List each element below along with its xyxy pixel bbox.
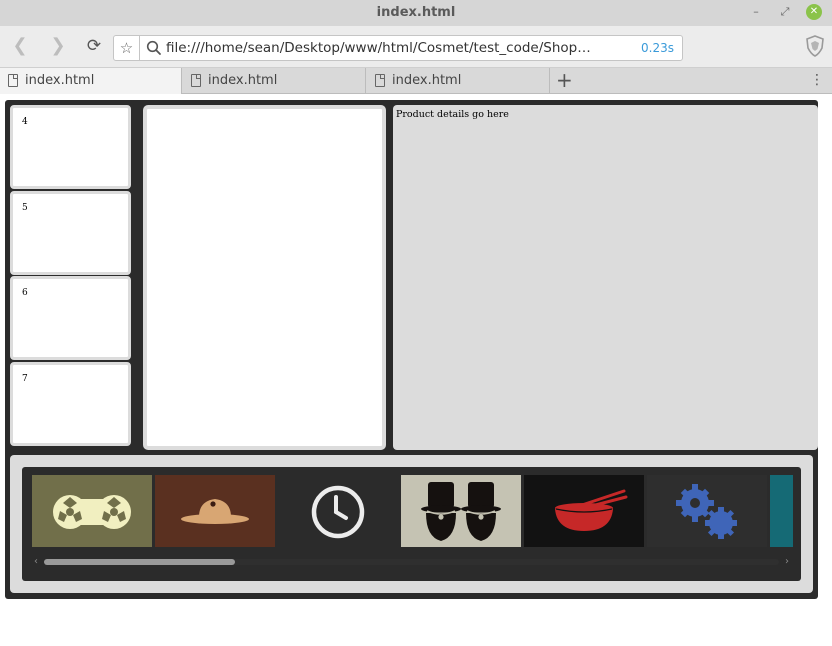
carousel-track <box>32 475 793 547</box>
navigation-toolbar: ❮ ❯ ⟳ ☆ file:///home/sean/Desktop/www/ht… <box>0 26 832 68</box>
carousel-item-hat[interactable] <box>155 475 275 547</box>
load-time-badge: 0.23s <box>641 41 674 55</box>
scroll-left-arrow-icon[interactable]: ‹ <box>30 555 42 569</box>
tab-label: index.html <box>208 73 278 88</box>
product-carousel-panel: ‹ › <box>10 455 813 593</box>
window-title: index.html <box>376 5 456 20</box>
bookmark-star-icon[interactable]: ☆ <box>114 36 140 60</box>
carousel-item-gears[interactable] <box>647 475 767 547</box>
thumbnail-label: 5 <box>22 203 28 213</box>
reel-tape-icon <box>32 475 152 547</box>
tab-label: index.html <box>392 73 462 88</box>
scroll-thumb[interactable] <box>44 559 235 565</box>
tab-3[interactable]: index.html <box>367 68 550 94</box>
carousel-item-reel-tape[interactable] <box>32 475 152 547</box>
product-details-panel: Product details go here <box>393 105 818 450</box>
thumbnail-4[interactable]: 4 <box>10 105 131 189</box>
noodle-bowl-icon <box>524 475 644 547</box>
gears-icon <box>647 475 767 547</box>
tab-label: index.html <box>25 73 95 88</box>
maximize-button[interactable]: ⤢ <box>777 4 793 20</box>
thumbnail-list: 4 5 6 7 <box>10 105 131 450</box>
hat-icon <box>155 475 275 547</box>
shop-frame: 4 5 6 7 Product details go here ‹ › <box>5 100 818 599</box>
forward-button[interactable]: ❯ <box>48 36 68 56</box>
product-details-text: Product details go here <box>396 109 509 120</box>
close-button[interactable]: ✕ <box>806 4 822 20</box>
carousel-item-clock[interactable] <box>278 475 398 547</box>
reload-button[interactable]: ⟳ <box>84 36 104 56</box>
product-image-panel <box>143 105 386 450</box>
clock-icon <box>278 475 398 547</box>
address-bar[interactable]: ☆ file:///home/sean/Desktop/www/html/Cos… <box>113 35 683 61</box>
tab-2[interactable]: index.html <box>183 68 366 94</box>
carousel-item-teal[interactable] <box>770 475 793 547</box>
carousel-item-noodle-bowl[interactable] <box>524 475 644 547</box>
url-text[interactable]: file:///home/sean/Desktop/www/html/Cosme… <box>166 40 594 56</box>
tab-menu-kebab-icon[interactable]: ⋮ <box>810 71 824 89</box>
window-titlebar: index.html – ⤢ ✕ <box>0 0 832 26</box>
top-hats-icon <box>401 475 521 547</box>
scroll-right-arrow-icon[interactable]: › <box>781 555 793 569</box>
teal-tile-icon <box>770 475 793 547</box>
back-button[interactable]: ❮ <box>10 36 30 56</box>
product-view: 4 5 6 7 Product details go here <box>10 105 818 450</box>
search-icon <box>146 40 161 55</box>
tab-bar: index.html index.html index.html + ⋮ <box>0 68 832 94</box>
document-icon <box>191 74 201 87</box>
shield-icon[interactable] <box>805 35 825 57</box>
carousel-item-top-hats[interactable] <box>401 475 521 547</box>
product-carousel: ‹ › <box>22 467 801 581</box>
tab-1[interactable]: index.html <box>0 68 182 94</box>
carousel-scrollbar[interactable]: ‹ › <box>30 555 793 569</box>
new-tab-plus-icon[interactable]: + <box>556 69 573 91</box>
thumbnail-label: 4 <box>22 117 28 127</box>
document-icon <box>8 74 18 87</box>
scroll-track[interactable] <box>44 559 779 565</box>
minimize-button[interactable]: – <box>748 4 764 20</box>
thumbnail-7[interactable]: 7 <box>10 362 131 446</box>
thumbnail-5[interactable]: 5 <box>10 191 131 275</box>
thumbnail-label: 6 <box>22 288 28 298</box>
thumbnail-6[interactable]: 6 <box>10 276 131 360</box>
document-icon <box>375 74 385 87</box>
thumbnail-label: 7 <box>22 374 28 384</box>
